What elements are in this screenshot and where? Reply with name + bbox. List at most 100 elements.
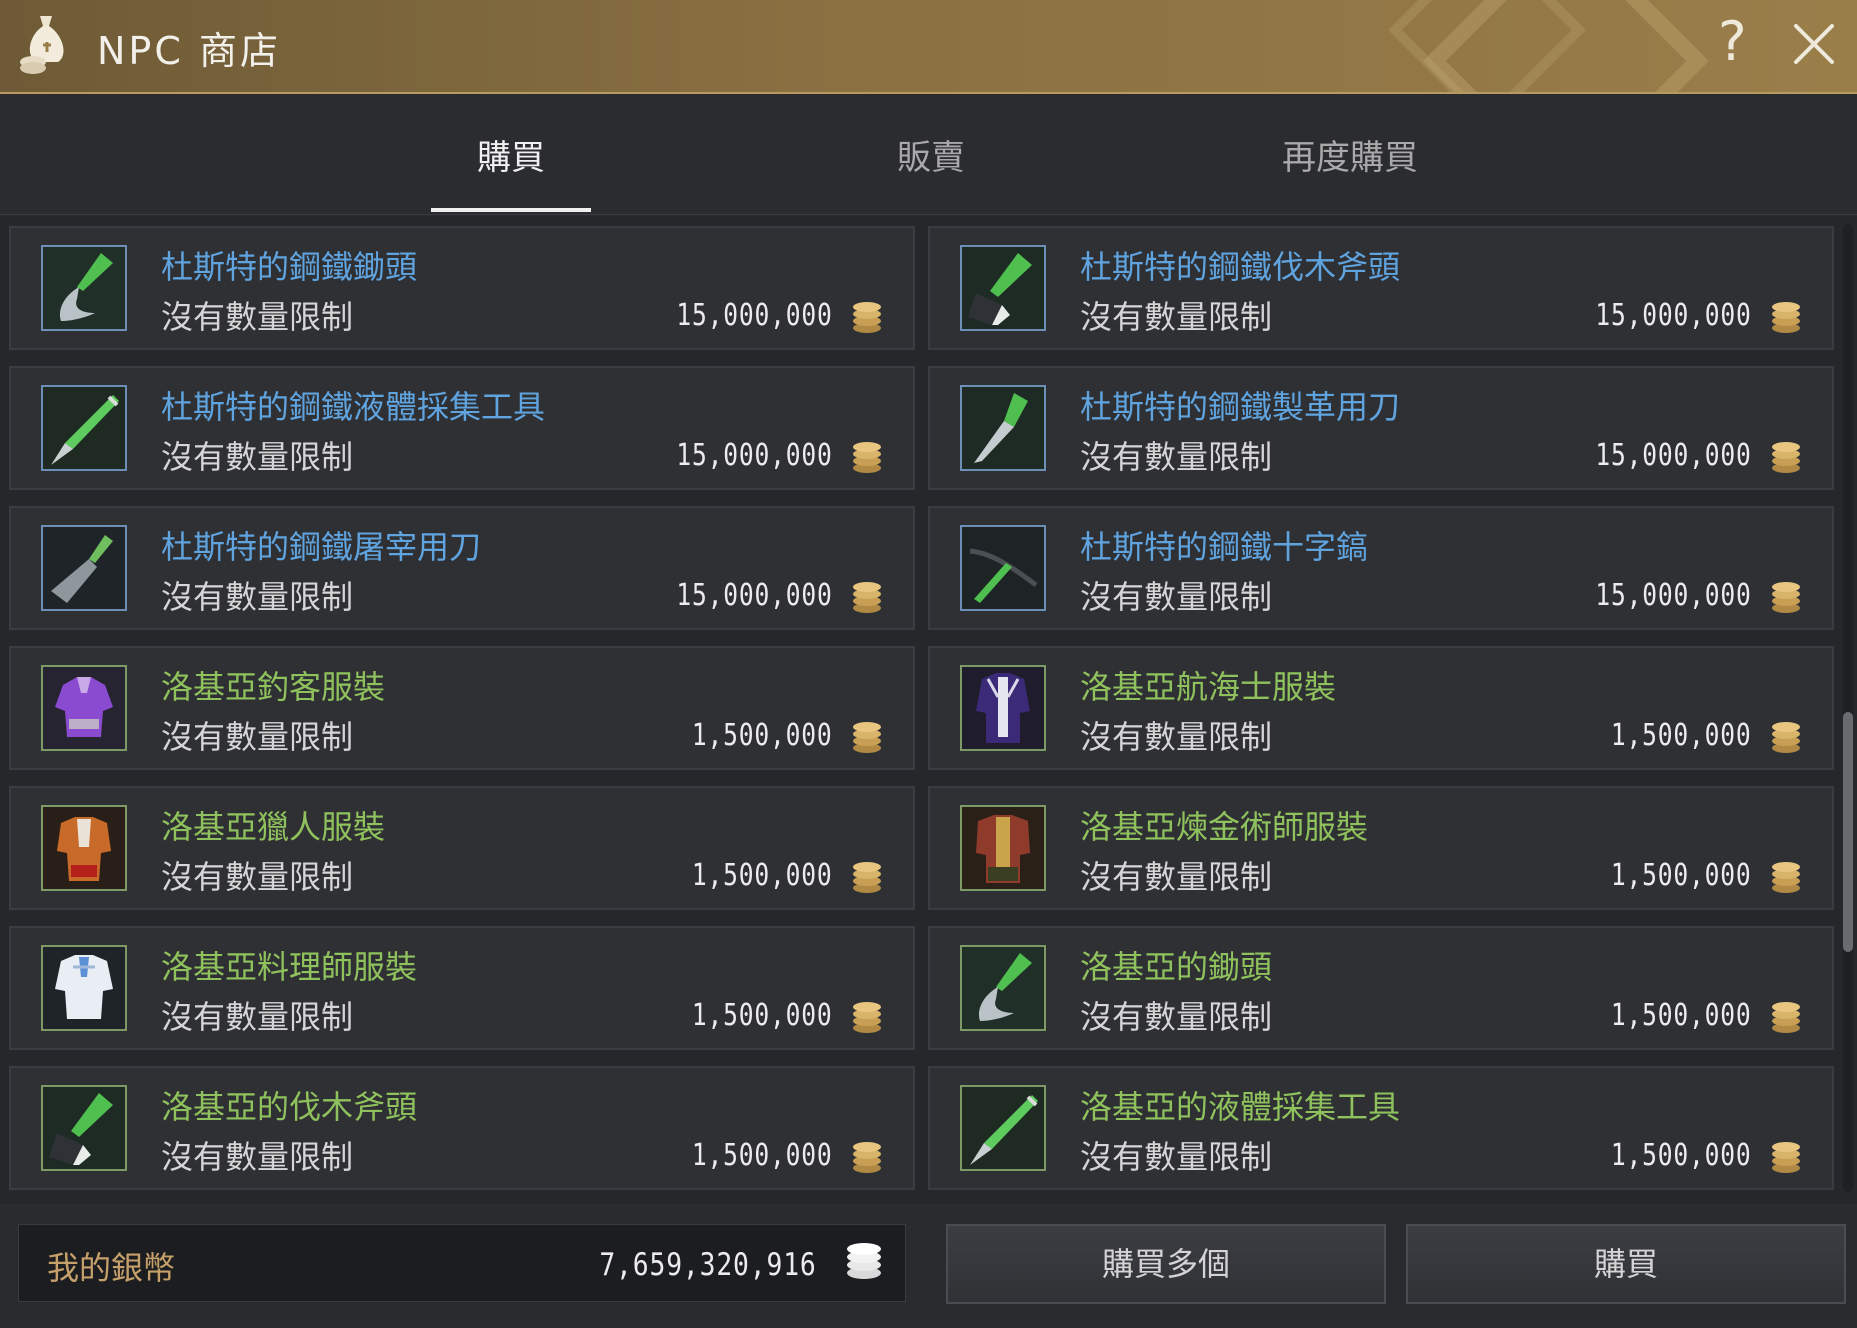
shop-item[interactable]: 洛基亞的鋤頭 沒有數量限制 1,500,000 — [928, 926, 1834, 1050]
silver-coin-icon — [851, 578, 883, 614]
silver-coin-icon — [851, 718, 883, 754]
item-name: 洛基亞的鋤頭 — [1080, 948, 1273, 986]
shop-item[interactable]: 洛基亞的伐木斧頭 沒有數量限制 1,500,000 — [9, 1066, 915, 1190]
syringe-icon — [960, 1085, 1046, 1171]
silver-value: 7,659,320,916 — [599, 1247, 817, 1283]
item-price: 15,000,000 — [1595, 438, 1752, 473]
item-price: 15,000,000 — [676, 438, 833, 473]
item-limit: 沒有數量限制 — [161, 438, 354, 476]
item-name: 洛基亞航海士服裝 — [1080, 668, 1337, 706]
item-limit: 沒有數量限制 — [1080, 578, 1273, 616]
shop-item[interactable]: 洛基亞獵人服裝 沒有數量限制 1,500,000 — [9, 786, 915, 910]
pickaxe-icon — [960, 525, 1046, 611]
purple-outfit-icon — [41, 665, 127, 751]
item-name: 杜斯特的鋼鐵十字鎬 — [1080, 528, 1369, 566]
shop-item[interactable]: 杜斯特的鋼鐵製革用刀 沒有數量限制 15,000,000 — [928, 366, 1834, 490]
tab-sell[interactable]: 販賣 — [861, 130, 1001, 179]
item-price: 1,500,000 — [692, 858, 833, 893]
shop-item[interactable]: 洛基亞料理師服裝 沒有數量限制 1,500,000 — [9, 926, 915, 1050]
footer: 我的銀幣 7,659,320,916 購買多個 購買 — [0, 1204, 1857, 1328]
item-limit: 沒有數量限制 — [161, 718, 354, 756]
knife-icon — [960, 385, 1046, 471]
item-limit: 沒有數量限制 — [1080, 998, 1273, 1036]
item-price: 1,500,000 — [1611, 998, 1752, 1033]
shop-item[interactable]: 杜斯特的鋼鐵液體採集工具 沒有數量限制 15,000,000 — [9, 366, 915, 490]
item-name: 洛基亞獵人服裝 — [161, 808, 386, 846]
item-price: 1,500,000 — [1611, 1138, 1752, 1173]
item-limit: 沒有數量限制 — [161, 858, 354, 896]
item-limit: 沒有數量限制 — [1080, 438, 1273, 476]
shop-item[interactable]: 洛基亞航海士服裝 沒有數量限制 1,500,000 — [928, 646, 1834, 770]
silver-coin-icon — [1770, 1138, 1802, 1174]
close-icon[interactable] — [1790, 20, 1838, 68]
scrollbar[interactable] — [1843, 224, 1853, 1192]
silver-balance: 我的銀幣 7,659,320,916 — [18, 1224, 906, 1302]
hoe-icon — [960, 945, 1046, 1031]
active-tab-indicator — [431, 208, 591, 212]
silver-coin-icon — [1770, 578, 1802, 614]
item-limit: 沒有數量限制 — [161, 578, 354, 616]
silver-coin-icon — [851, 858, 883, 894]
item-name: 杜斯特的鋼鐵液體採集工具 — [161, 388, 546, 426]
item-price: 1,500,000 — [1611, 858, 1752, 893]
item-limit: 沒有數量限制 — [1080, 298, 1273, 336]
item-price: 15,000,000 — [1595, 298, 1752, 333]
tab-buy[interactable]: 購買 — [441, 130, 581, 179]
silver-coin-icon — [1770, 438, 1802, 474]
silver-coin-icon — [851, 438, 883, 474]
help-icon[interactable]: ? — [1718, 10, 1747, 74]
alchemist-outfit-icon — [960, 805, 1046, 891]
shop-item[interactable]: 杜斯特的鋼鐵伐木斧頭 沒有數量限制 15,000,000 — [928, 226, 1834, 350]
shop-item[interactable]: 杜斯特的鋼鐵鋤頭 沒有數量限制 15,000,000 — [9, 226, 915, 350]
shop-item[interactable]: 洛基亞的液體採集工具 沒有數量限制 1,500,000 — [928, 1066, 1834, 1190]
item-name: 洛基亞的伐木斧頭 — [161, 1088, 418, 1126]
item-price: 1,500,000 — [1611, 718, 1752, 753]
tab-buyback[interactable]: 再度購買 — [1265, 130, 1435, 179]
silver-coin-icon — [847, 1243, 881, 1279]
hunter-outfit-icon — [41, 805, 127, 891]
cleaver-icon — [41, 525, 127, 611]
item-limit: 沒有數量限制 — [1080, 1138, 1273, 1176]
window-title: NPC 商店 — [97, 29, 281, 73]
hoe-icon — [41, 245, 127, 331]
item-limit: 沒有數量限制 — [1080, 858, 1273, 896]
axe-icon — [41, 1085, 127, 1171]
silver-coin-icon — [851, 998, 883, 1034]
sailor-outfit-icon — [960, 665, 1046, 751]
buy-button[interactable]: 購買 — [1406, 1224, 1846, 1304]
item-limit: 沒有數量限制 — [161, 1138, 354, 1176]
silver-label: 我的銀幣 — [47, 1249, 176, 1287]
silver-coin-icon — [1770, 718, 1802, 754]
item-name: 洛基亞料理師服裝 — [161, 948, 418, 986]
silver-coin-icon — [851, 298, 883, 334]
silver-coin-icon — [1770, 858, 1802, 894]
item-price: 15,000,000 — [676, 578, 833, 613]
silver-coin-icon — [1770, 298, 1802, 334]
item-name: 杜斯特的鋼鐵鋤頭 — [161, 248, 418, 286]
shop-item[interactable]: 洛基亞煉金術師服裝 沒有數量限制 1,500,000 — [928, 786, 1834, 910]
syringe-icon — [41, 385, 127, 471]
item-name: 洛基亞煉金術師服裝 — [1080, 808, 1369, 846]
item-limit: 沒有數量限制 — [161, 998, 354, 1036]
cook-outfit-icon — [41, 945, 127, 1031]
item-price: 15,000,000 — [1595, 578, 1752, 613]
tab-bar: 購買 販賣 再度購買 — [0, 94, 1857, 215]
item-name: 杜斯特的鋼鐵製革用刀 — [1080, 388, 1401, 426]
shop-item[interactable]: 杜斯特的鋼鐵屠宰用刀 沒有數量限制 15,000,000 — [9, 506, 915, 630]
shop-item[interactable]: 洛基亞釣客服裝 沒有數量限制 1,500,000 — [9, 646, 915, 770]
item-name: 洛基亞的液體採集工具 — [1080, 1088, 1401, 1126]
item-price: 1,500,000 — [692, 1138, 833, 1173]
silver-coin-icon — [851, 1138, 883, 1174]
buy-multiple-button[interactable]: 購買多個 — [946, 1224, 1386, 1304]
money-bag-icon — [20, 16, 64, 74]
item-price: 15,000,000 — [676, 298, 833, 333]
item-limit: 沒有數量限制 — [161, 298, 354, 336]
silver-coin-icon — [1770, 998, 1802, 1034]
item-price: 1,500,000 — [692, 718, 833, 753]
item-limit: 沒有數量限制 — [1080, 718, 1273, 756]
title-bar: NPC 商店 ? — [0, 0, 1857, 94]
shop-item[interactable]: 杜斯特的鋼鐵十字鎬 沒有數量限制 15,000,000 — [928, 506, 1834, 630]
scrollbar-thumb[interactable] — [1843, 712, 1853, 952]
axe-icon — [960, 245, 1046, 331]
item-name: 杜斯特的鋼鐵屠宰用刀 — [161, 528, 482, 566]
